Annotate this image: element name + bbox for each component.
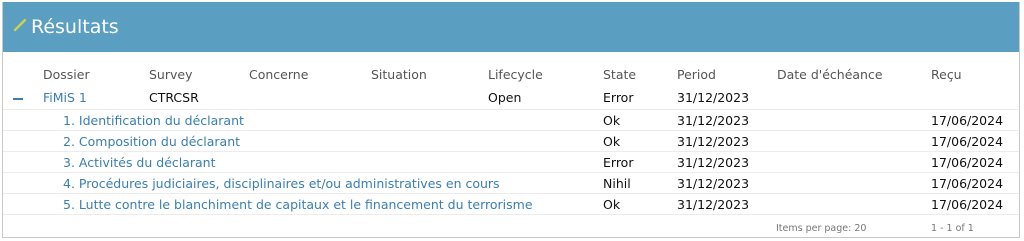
group-row: FiMiS 1 CTRCSR Open Error 31/12/2023: [3, 86, 1019, 110]
row-period: 31/12/2023: [677, 172, 777, 194]
pencil-icon: [13, 16, 29, 32]
collapse-icon[interactable]: [13, 97, 23, 100]
results-header: Résultats: [3, 2, 1019, 52]
column-header-concerne[interactable]: Concerne: [249, 62, 371, 86]
column-header-dossier[interactable]: Dossier: [43, 62, 149, 86]
table-row: 3. Activités du déclarant Error 31/12/20…: [3, 151, 1019, 173]
row-period: 31/12/2023: [677, 109, 777, 131]
column-header-lifecycle[interactable]: Lifecycle: [488, 62, 603, 86]
row-recu: 17/06/2024: [931, 151, 1019, 173]
row-period: 31/12/2023: [677, 151, 777, 173]
row-state: Ok: [603, 109, 677, 131]
row-state: Ok: [603, 130, 677, 152]
survey-section-link[interactable]: 2. Composition du déclarant: [63, 134, 240, 149]
group-period: 31/12/2023: [677, 86, 777, 110]
survey-section-link[interactable]: 5. Lutte contre le blanchiment de capita…: [63, 197, 533, 212]
table-row: 1. Identification du déclarant Ok 31/12/…: [3, 109, 1019, 131]
table-row: 4. Procédures judiciaires, disciplinaire…: [3, 172, 1019, 194]
group-state: Error: [603, 86, 677, 110]
column-header-recu[interactable]: Reçu: [931, 62, 1019, 86]
table-row: 5. Lutte contre le blanchiment de capita…: [3, 193, 1019, 215]
results-panel: Résultats Dossier Survey Concerne Situat…: [2, 2, 1020, 238]
row-state: Error: [603, 151, 677, 173]
column-header-state[interactable]: State: [603, 62, 677, 86]
items-per-page[interactable]: Items per page: 20: [776, 223, 866, 234]
survey-section-link[interactable]: 1. Identification du déclarant: [63, 113, 244, 128]
row-recu: 17/06/2024: [931, 172, 1019, 194]
column-header-situation[interactable]: Situation: [371, 62, 488, 86]
row-recu: 17/06/2024: [931, 130, 1019, 152]
survey-section-link[interactable]: 4. Procédures judiciaires, disciplinaire…: [63, 176, 500, 191]
results-table: Dossier Survey Concerne Situation Lifecy…: [3, 62, 1019, 215]
row-period: 31/12/2023: [677, 130, 777, 152]
table-row: 2. Composition du déclarant Ok 31/12/202…: [3, 130, 1019, 152]
row-state: Nihil: [603, 172, 677, 194]
group-lifecycle: Open: [488, 86, 603, 110]
table-header-row: Dossier Survey Concerne Situation Lifecy…: [3, 62, 1019, 86]
row-recu: 17/06/2024: [931, 109, 1019, 131]
row-period: 31/12/2023: [677, 193, 777, 215]
group-survey: CTRCSR: [149, 86, 249, 110]
pagination-range: 1 - 1 of 1: [931, 223, 974, 234]
column-header-date-echeance[interactable]: Date d'échéance: [777, 62, 931, 86]
row-recu: 17/06/2024: [931, 193, 1019, 215]
table-footer: Items per page: 20 1 - 1 of 1: [3, 222, 1019, 238]
dossier-link[interactable]: FiMiS 1: [43, 90, 87, 105]
survey-section-link[interactable]: 3. Activités du déclarant: [63, 155, 216, 170]
column-header-survey[interactable]: Survey: [149, 62, 249, 86]
page-title: Résultats: [31, 16, 119, 38]
row-state: Ok: [603, 193, 677, 215]
column-header-period[interactable]: Period: [677, 62, 777, 86]
